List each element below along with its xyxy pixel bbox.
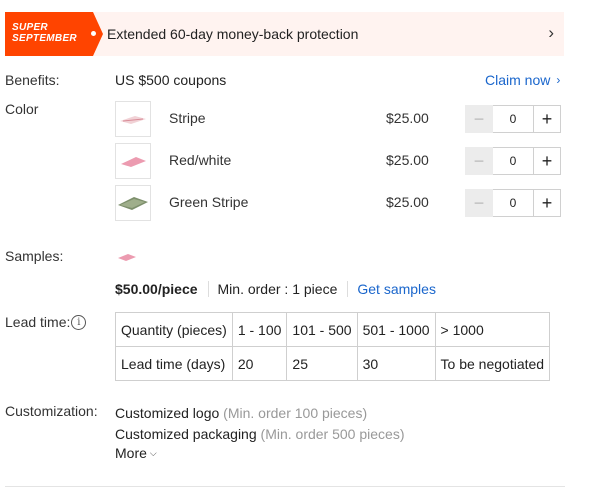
- swatch-stripe-icon: [120, 116, 146, 124]
- increase-button[interactable]: +: [533, 105, 561, 133]
- table-cell: 20: [231, 346, 288, 381]
- table-cell: 25: [286, 346, 358, 381]
- lead-time-label-group: Lead time: i: [5, 314, 87, 330]
- sample-price: $50.00/piece: [115, 281, 198, 297]
- chevron-right-icon[interactable]: ›: [548, 24, 554, 42]
- color-name: Red/white: [169, 152, 232, 168]
- swatch-green-stripe-icon: [118, 197, 148, 210]
- benefits-label: Benefits:: [5, 72, 60, 88]
- info-icon[interactable]: i: [71, 314, 87, 330]
- color-label: Color: [5, 101, 39, 117]
- table-row: Quantity (pieces) 1 - 100 101 - 500 501 …: [115, 312, 551, 347]
- quantity-stepper: − 0 +: [465, 189, 561, 217]
- color-thumbnail[interactable]: [115, 185, 151, 221]
- chevron-right-icon: ›: [556, 73, 561, 87]
- samples-label: Samples:: [5, 248, 64, 264]
- customization-item: Customized logo (Min. order 100 pieces): [115, 405, 367, 421]
- color-option-row: Green Stripe $25.00 − 0 +: [115, 185, 565, 221]
- increase-button[interactable]: +: [533, 147, 561, 175]
- lead-time-table: Quantity (pieces) 1 - 100 101 - 500 501 …: [115, 312, 551, 381]
- divider: [207, 281, 209, 297]
- customization-note: (Min. order 100 pieces): [223, 405, 368, 421]
- badge-dot-icon: [91, 31, 96, 36]
- table-cell: 101 - 500: [286, 312, 358, 347]
- divider: [347, 281, 349, 297]
- quantity-stepper: − 0 +: [465, 105, 561, 133]
- customization-item: Customized packaging (Min. order 500 pie…: [115, 426, 404, 442]
- claim-now-label: Claim now: [485, 72, 551, 88]
- color-price: $25.00: [386, 194, 429, 210]
- customization-name: Customized packaging: [115, 426, 257, 442]
- table-cell: 1 - 100: [231, 312, 288, 347]
- customization-name: Customized logo: [115, 405, 220, 421]
- more-label: More: [115, 445, 147, 461]
- sample-info: $50.00/piece Min. order : 1 piece Get sa…: [115, 281, 436, 297]
- get-samples-link[interactable]: Get samples: [357, 281, 436, 297]
- customization-label: Customization:: [5, 403, 98, 419]
- decrease-button[interactable]: −: [465, 147, 493, 175]
- color-price: $25.00: [386, 110, 429, 126]
- customization-note: (Min. order 500 pieces): [260, 426, 405, 442]
- color-thumbnail[interactable]: [115, 143, 151, 179]
- table-cell: To be negotiated: [434, 346, 551, 381]
- banner-text: Extended 60-day money-back protection: [107, 26, 359, 42]
- increase-button[interactable]: +: [533, 189, 561, 217]
- table-cell: Quantity (pieces): [115, 312, 233, 347]
- color-option-row: Stripe $25.00 − 0 +: [115, 101, 565, 137]
- sample-swatch-icon: [118, 254, 136, 261]
- color-price: $25.00: [386, 152, 429, 168]
- more-button[interactable]: More ⌵: [115, 445, 157, 461]
- color-name: Stripe: [169, 110, 206, 126]
- table-cell: 30: [356, 346, 436, 381]
- claim-now-link[interactable]: Claim now ›: [485, 72, 560, 88]
- quantity-input[interactable]: 0: [493, 147, 533, 175]
- lead-time-label: Lead time:: [5, 314, 71, 330]
- badge-line-2: SEPTEMBER: [12, 33, 77, 44]
- table-row: Lead time (days) 20 25 30 To be negotiat…: [115, 346, 551, 381]
- promo-banner[interactable]: SUPER SEPTEMBER Extended 60-day money-ba…: [5, 12, 564, 56]
- super-september-badge: SUPER SEPTEMBER: [5, 12, 103, 56]
- badge-line-1: SUPER: [12, 22, 48, 33]
- table-cell: 501 - 1000: [356, 312, 436, 347]
- benefits-value: US $500 coupons: [115, 72, 227, 88]
- color-name: Green Stripe: [169, 194, 249, 210]
- table-cell: > 1000: [434, 312, 551, 347]
- quantity-stepper: − 0 +: [465, 147, 561, 175]
- table-cell: Lead time (days): [115, 346, 233, 381]
- swatch-red-white-icon: [121, 157, 146, 167]
- divider: [5, 486, 565, 487]
- sample-min-order: Min. order : 1 piece: [217, 281, 338, 297]
- color-thumbnail[interactable]: [115, 101, 151, 137]
- decrease-button[interactable]: −: [465, 105, 493, 133]
- decrease-button[interactable]: −: [465, 189, 493, 217]
- quantity-input[interactable]: 0: [493, 189, 533, 217]
- chevron-down-icon: ⌵: [149, 447, 157, 458]
- color-option-row: Red/white $25.00 − 0 +: [115, 143, 565, 179]
- quantity-input[interactable]: 0: [493, 105, 533, 133]
